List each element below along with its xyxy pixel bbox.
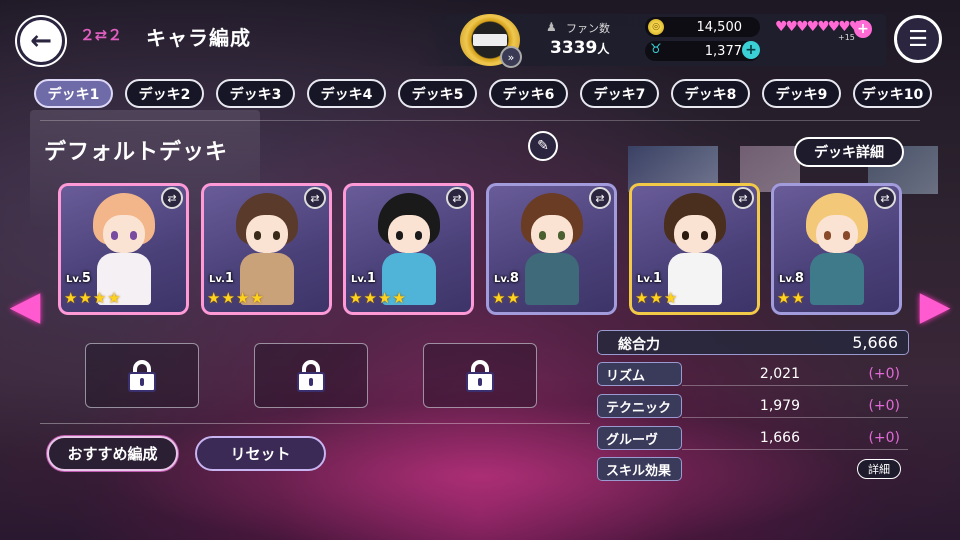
stamina-extra-count: +15 (838, 33, 855, 42)
swap-icon[interactable]: ⇄ (161, 187, 183, 209)
divider (682, 449, 908, 450)
swap-icon[interactable]: ⇄ (874, 187, 896, 209)
rhythm-bonus: (+0) (868, 366, 900, 382)
fans-label: ファン数 (566, 22, 610, 35)
rarity-stars: ★★★ (635, 289, 679, 307)
prev-arrow-icon[interactable]: ◀ (10, 282, 41, 330)
rhythm-value: 2,021 (759, 366, 800, 382)
total-power-row: 総合力 5,666 (597, 330, 909, 355)
locked-slot[interactable] (85, 343, 199, 408)
deck-tabs: デッキ1 デッキ2 デッキ3 デッキ4 デッキ5 デッキ6 デッキ7 デッキ8 … (34, 79, 932, 108)
technique-bonus: (+0) (868, 398, 900, 414)
character-portrait (515, 193, 589, 305)
menu-icon: ☰ (908, 26, 928, 52)
swap-icon[interactable]: ⇄ (304, 187, 326, 209)
tab-deck-9[interactable]: デッキ9 (762, 79, 841, 108)
rarity-stars: ★★ (492, 289, 521, 307)
lock-icon (126, 359, 158, 392)
tab-deck-6[interactable]: デッキ6 (489, 79, 568, 108)
tab-deck-8[interactable]: デッキ8 (671, 79, 750, 108)
tab-deck-1[interactable]: デッキ1 (34, 79, 113, 108)
recommend-formation-button[interactable]: おすすめ編成 (47, 436, 178, 471)
character-card[interactable]: ⇄ Lv.1 ★★★★ (343, 183, 474, 315)
character-level: Lv.8 (779, 271, 804, 286)
locked-slot[interactable] (254, 343, 368, 408)
character-level: Lv.8 (494, 271, 519, 286)
technique-value: 1,979 (759, 398, 800, 414)
page-title: キャラ編成 (146, 26, 251, 50)
divider (40, 423, 590, 424)
divider (682, 417, 908, 418)
skill-effect-label: スキル効果 (597, 457, 682, 481)
character-card[interactable]: ⇄ Lv.8 ★★ (771, 183, 902, 315)
character-level: Lv.1 (351, 271, 376, 286)
deck-name: デフォルトデッキ (44, 140, 229, 165)
groove-label: グルーヴ (597, 426, 682, 450)
rank-expand-icon[interactable]: » (500, 46, 522, 68)
tab-deck-10[interactable]: デッキ10 (853, 79, 932, 108)
stamina-add-button[interactable]: + (854, 20, 872, 38)
tab-deck-3[interactable]: デッキ3 (216, 79, 295, 108)
tab-deck-2[interactable]: デッキ2 (125, 79, 204, 108)
total-power-value: 5,666 (852, 333, 898, 352)
tab-deck-7[interactable]: デッキ7 (580, 79, 659, 108)
fans-icon: ♟ (546, 20, 557, 34)
rarity-stars: ★★★★ (207, 289, 265, 307)
skill-detail-button[interactable]: 詳細 (857, 459, 901, 479)
character-card[interactable]: ⇄ Lv.5 ★★★★ (58, 183, 189, 315)
total-power-label: 総合力 (618, 337, 660, 353)
technique-label: テクニック (597, 394, 682, 418)
character-level: Lv.5 (66, 271, 91, 286)
back-arrow-icon: ← (30, 26, 52, 56)
locked-slot[interactable] (423, 343, 537, 408)
tab-deck-5[interactable]: デッキ5 (398, 79, 477, 108)
swap-icon[interactable]: ⇄ (589, 187, 611, 209)
character-card[interactable]: ⇄ Lv.1 ★★★ (629, 183, 760, 315)
divider (682, 385, 908, 386)
character-level: Lv.1 (209, 271, 234, 286)
tab-deck-4[interactable]: デッキ4 (307, 79, 386, 108)
lock-icon (464, 359, 496, 392)
character-level: Lv.1 (637, 271, 662, 286)
gem-icon: ♉ (650, 42, 662, 57)
coin-icon: ◎ (648, 19, 664, 35)
edit-deck-name-button[interactable]: ✎ (528, 131, 558, 161)
next-arrow-icon[interactable]: ▶ (920, 282, 951, 330)
fans-count: 3339人 (550, 38, 610, 58)
gem-add-button[interactable]: + (742, 41, 760, 59)
rarity-stars: ★★ (777, 289, 806, 307)
deck-detail-button[interactable]: デッキ詳細 (794, 137, 904, 167)
lock-icon (295, 359, 327, 392)
reset-button[interactable]: リセット (195, 436, 326, 471)
groove-value: 1,666 (759, 430, 800, 446)
rarity-stars: ★★★★ (64, 289, 122, 307)
rhythm-label: リズム (597, 362, 682, 386)
character-formation-icon: ２⇄２ (79, 25, 123, 44)
rarity-stars: ★★★★ (349, 289, 407, 307)
swap-icon[interactable]: ⇄ (446, 187, 468, 209)
character-card[interactable]: ⇄ Lv.1 ★★★★ (201, 183, 332, 315)
divider (40, 120, 920, 121)
pencil-icon: ✎ (537, 138, 549, 154)
groove-bonus: (+0) (868, 430, 900, 446)
rank-plate (473, 34, 507, 46)
character-card[interactable]: ⇄ Lv.8 ★★ (486, 183, 617, 315)
back-button[interactable]: ← (17, 17, 65, 65)
menu-button[interactable]: ☰ (894, 15, 942, 63)
swap-icon[interactable]: ⇄ (732, 187, 754, 209)
character-portrait (800, 193, 874, 305)
